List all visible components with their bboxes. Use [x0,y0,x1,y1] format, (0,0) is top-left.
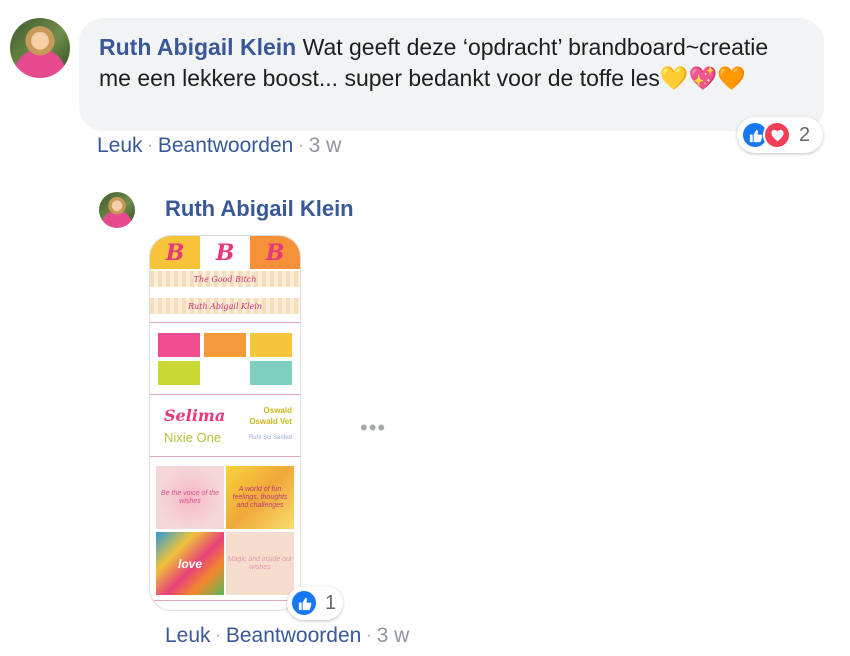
reactions-summary[interactable]: 2 [737,117,823,153]
font-sample-nixie: Nixie One [164,430,222,445]
like-link[interactable]: Leuk [97,134,143,158]
logo-row: B B B [150,236,300,269]
comment-author[interactable]: Ruth Abigail Klein [99,34,296,60]
comment-actions: Leuk · Beantwoorden · 3 w [97,134,341,158]
reactions-summary[interactable]: 1 [287,586,343,620]
timestamp[interactable]: 3 w [309,134,342,158]
color-swatch [158,333,200,357]
divider [150,322,300,323]
banner: The Good Bitch [150,271,300,287]
more-options-icon[interactable]: ••• [360,415,386,441]
reply-link[interactable]: Beantwoorden [226,624,361,648]
separator: · [366,627,372,644]
divider [150,394,300,395]
separator: · [147,137,153,154]
reply-link[interactable]: Beantwoorden [158,134,293,158]
mood-tile: love [156,532,224,595]
color-swatch [250,333,292,357]
mood-tile: Magic and inside our wishes [226,532,294,595]
timestamp[interactable]: 3 w [377,624,410,648]
separator: · [215,627,221,644]
color-swatch [204,361,246,385]
like-icon [290,589,318,617]
separator: · [298,137,304,154]
comment-bubble: Ruth Abigail Klein Wat geeft deze ‘opdra… [79,18,824,131]
mood-tile: A world of fun feelings, thoughts and ch… [226,466,294,529]
reaction-count: 2 [799,123,811,146]
logo-letter: B [215,239,235,266]
reply-actions: Leuk · Beantwoorden · 3 w [165,624,409,648]
divider [150,600,300,601]
banner: Ruth Abigail Klein [150,298,300,314]
logo-letter: B [165,239,185,266]
reply-author[interactable]: Ruth Abigail Klein [165,196,354,222]
font-sample-ruhl: Ruhl Sci Serifed [248,435,292,441]
font-sample-selima: Selima [164,406,226,425]
logo-letter: B [265,239,285,266]
comment-emojis: 💛💖🧡 [659,65,746,91]
mood-tile: Be the voice of the wishes [156,466,224,529]
font-sample-oswald-vet: Oswald Vet [249,417,292,426]
font-sample-oswald: Oswald [263,406,292,415]
reaction-count: 1 [325,591,337,614]
color-swatch [204,333,246,357]
avatar[interactable] [10,18,70,78]
brandboard-image[interactable]: B B B The Good Bitch Ruth Abigail Klein … [149,235,301,611]
like-link[interactable]: Leuk [165,624,211,648]
love-icon [763,121,791,149]
divider [150,456,300,457]
reply-avatar[interactable] [99,192,135,228]
color-swatch [158,361,200,385]
color-swatch [250,361,292,385]
